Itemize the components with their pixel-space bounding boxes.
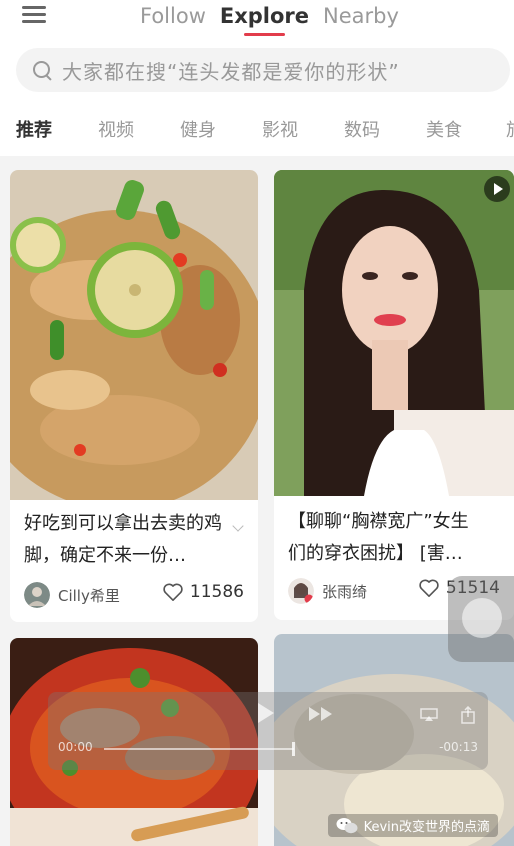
category-tab-digital[interactable]: 数码 [344, 116, 380, 142]
avatar [24, 582, 50, 608]
video-progress-track[interactable] [104, 748, 294, 750]
category-tab-food[interactable]: 美食 [426, 116, 462, 142]
card-title: 【聊聊“胸襟宽广”女生们的穿衣困扰】 [害… [288, 511, 469, 564]
search-placeholder: 大家都在搜“连头发都是爱你的形状” [62, 59, 400, 84]
category-bar: 推荐 视频 健身 影视 数码 美食 旅 [0, 100, 514, 156]
author-name: Cilly希里 [58, 586, 120, 605]
tab-nearby[interactable]: Nearby [323, 2, 399, 42]
top-bar: Follow Explore Nearby [0, 0, 514, 44]
video-remaining-time: -00:13 [439, 740, 478, 754]
card-title: 好吃到可以拿出去卖的鸡脚，确定不来一份… [24, 513, 222, 566]
category-tab-movies[interactable]: 影视 [262, 116, 298, 142]
watermark-text: Kevin改变世界的点滴 [363, 820, 490, 835]
card-author[interactable]: 张雨绮 [288, 578, 367, 604]
feed-card[interactable]: 【聊聊“胸襟宽广”女生们的穿衣困扰】 [害… 张雨绮 51514 [274, 170, 514, 620]
airplay-icon[interactable] [420, 708, 438, 722]
video-elapsed-time: 00:00 [58, 740, 93, 754]
search-bar[interactable]: 大家都在搜“连头发都是爱你的形状” [16, 48, 510, 92]
video-progress-handle[interactable] [292, 742, 295, 756]
like-count: 11586 [189, 582, 244, 602]
wechat-icon [336, 817, 358, 833]
header-tabs: Follow Explore Nearby [140, 2, 399, 42]
heart-icon [163, 583, 183, 601]
fast-forward-icon[interactable] [308, 706, 334, 722]
portrait-video-thumbnail [274, 170, 514, 496]
tab-explore[interactable]: Explore [220, 2, 309, 42]
food-photo-image [10, 170, 258, 500]
chevron-down-icon[interactable] [232, 522, 244, 534]
card-author[interactable]: Cilly希里 [24, 582, 120, 608]
author-name: 张雨绮 [322, 582, 368, 601]
avatar [288, 578, 314, 604]
category-tab-fitness[interactable]: 健身 [180, 116, 216, 142]
category-tab-recommend[interactable]: 推荐 [16, 116, 52, 142]
category-tab-travel[interactable]: 旅 [506, 116, 514, 142]
play-icon[interactable] [484, 176, 510, 202]
search-area: 大家都在搜“连头发都是爱你的形状” [0, 44, 514, 100]
feed-card[interactable]: 好吃到可以拿出去卖的鸡脚，确定不来一份… Cilly希里 11586 [10, 170, 258, 622]
play-icon[interactable] [256, 702, 276, 724]
like-button[interactable]: 11586 [162, 582, 244, 602]
assistive-touch-button[interactable] [448, 576, 514, 662]
heart-icon [419, 579, 439, 597]
search-icon [32, 60, 52, 80]
menu-icon[interactable] [22, 6, 46, 24]
video-player-controls: 00:00 -00:13 [48, 692, 488, 770]
tab-follow[interactable]: Follow [140, 2, 206, 42]
watermark: Kevin改变世界的点滴 [327, 814, 498, 837]
category-tab-video[interactable]: 视频 [98, 116, 134, 142]
share-icon[interactable] [460, 706, 476, 724]
